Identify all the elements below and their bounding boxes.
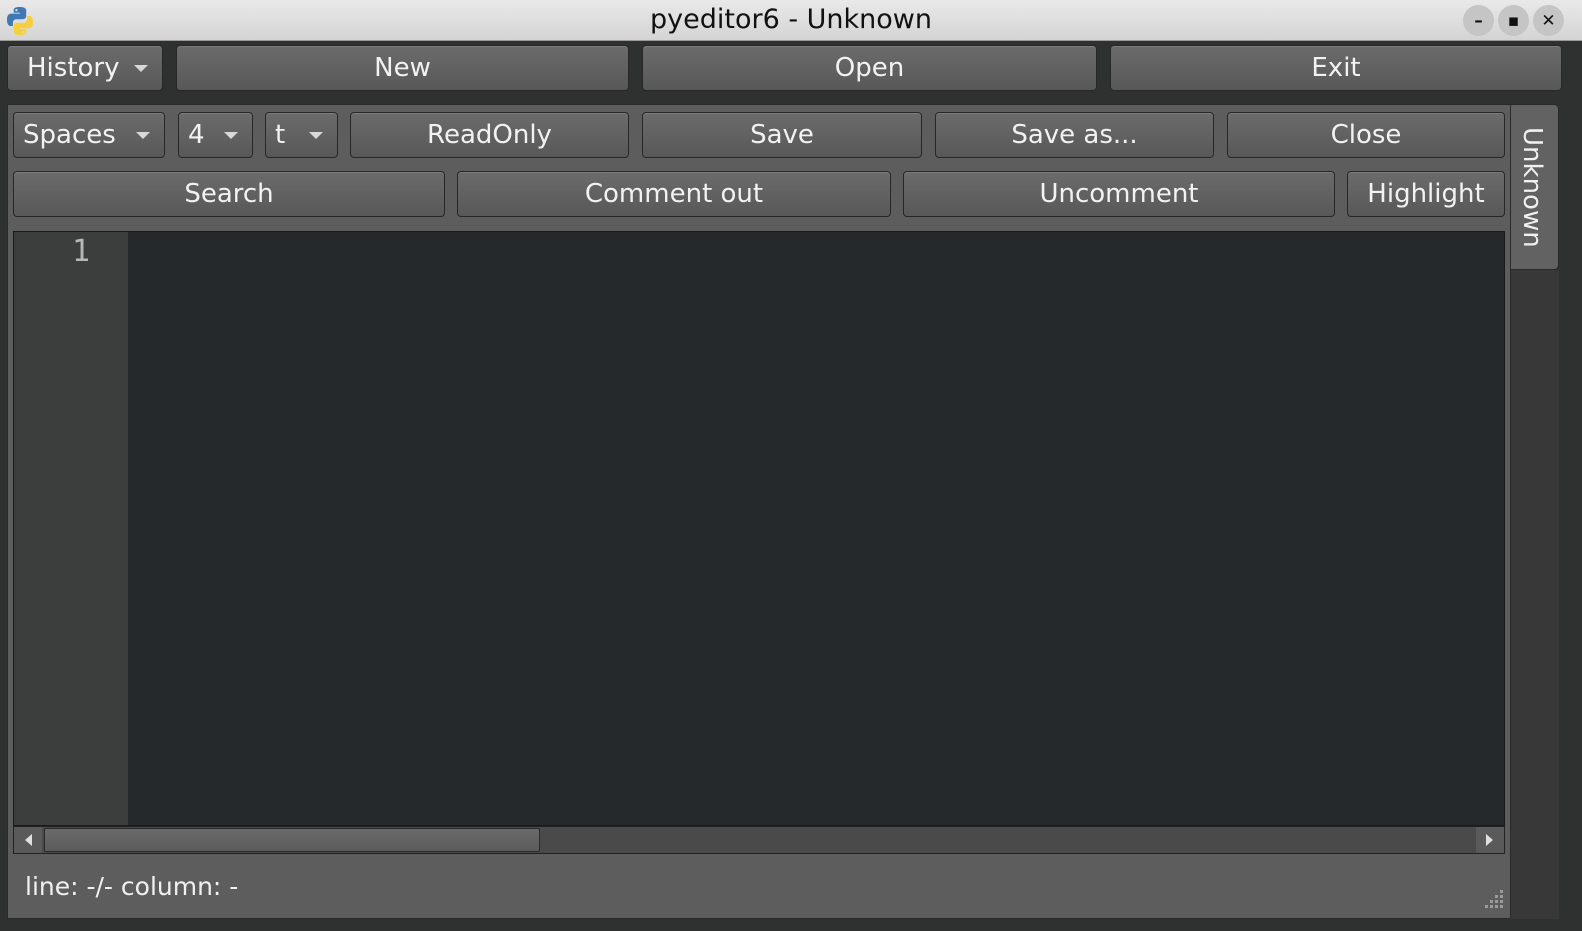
tab-bar-strip [1511, 270, 1559, 919]
search-button[interactable]: Search [13, 171, 445, 217]
minimize-button[interactable]: – [1463, 5, 1494, 36]
indent-mode-dropdown[interactable]: Spaces [13, 112, 165, 158]
line-number: 1 [71, 234, 90, 269]
new-button[interactable]: New [176, 45, 629, 91]
close-window-button[interactable]: ✕ [1533, 5, 1564, 36]
tab-label: Unknown [1517, 127, 1547, 248]
indent-width-value: 4 [188, 120, 205, 150]
readonly-button[interactable]: ReadOnly [350, 112, 629, 158]
highlight-button[interactable]: Highlight [1347, 171, 1505, 217]
status-bar-text: line: -/- column: - [25, 872, 239, 901]
indent-mode-value: Spaces [23, 120, 116, 150]
chevron-down-icon [309, 132, 323, 139]
chevron-down-icon [134, 65, 148, 72]
scroll-left-button[interactable] [14, 827, 42, 853]
resize-grip-icon[interactable] [1480, 886, 1506, 912]
horizontal-scrollbar[interactable] [13, 826, 1505, 854]
close-tab-button[interactable]: Close [1227, 112, 1505, 158]
window-title: pyeditor6 - Unknown [650, 4, 932, 35]
save-as-button[interactable]: Save as... [935, 112, 1214, 158]
syntax-value: t [275, 120, 286, 150]
comment-out-button[interactable]: Comment out [457, 171, 891, 217]
indent-width-dropdown[interactable]: 4 [178, 112, 253, 158]
chevron-down-icon [136, 132, 150, 139]
uncomment-button[interactable]: Uncomment [903, 171, 1335, 217]
tab-unknown[interactable]: Unknown [1511, 104, 1559, 270]
open-button[interactable]: Open [642, 45, 1097, 91]
arrow-left-icon [25, 834, 32, 846]
arrow-right-icon [1486, 834, 1493, 846]
maximize-button[interactable]: ▪ [1498, 5, 1529, 36]
exit-button[interactable]: Exit [1110, 45, 1562, 91]
maximize-icon: ▪ [1507, 10, 1520, 31]
minimize-icon: – [1474, 10, 1483, 31]
line-number-gutter: 1 [14, 232, 128, 825]
chevron-down-icon [224, 132, 238, 139]
history-dropdown[interactable]: History [7, 45, 163, 91]
code-editor[interactable]: 1 [13, 231, 1505, 826]
syntax-dropdown[interactable]: t [265, 112, 338, 158]
scrollbar-thumb[interactable] [44, 828, 540, 852]
scroll-right-button[interactable] [1476, 827, 1504, 853]
close-icon: ✕ [1541, 10, 1556, 31]
save-button[interactable]: Save [642, 112, 922, 158]
history-label: History [27, 53, 120, 83]
title-bar: pyeditor6 - Unknown – ▪ ✕ [0, 0, 1582, 41]
